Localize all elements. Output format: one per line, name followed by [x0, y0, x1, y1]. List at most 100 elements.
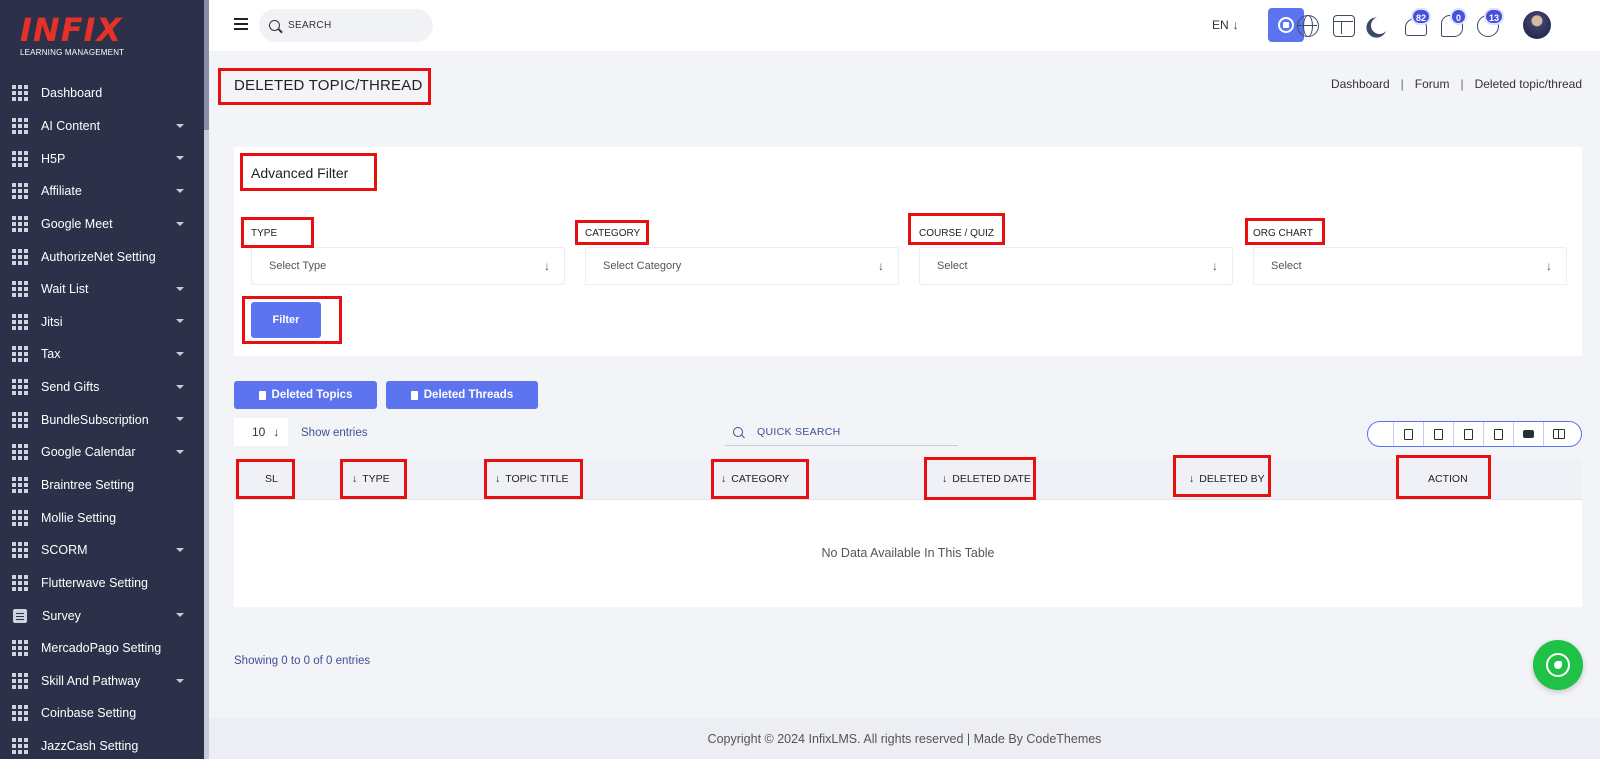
- quick-search-input[interactable]: QUICK SEARCH: [725, 418, 958, 446]
- sidebar-item-scorm[interactable]: SCORM: [0, 534, 204, 567]
- entries-select[interactable]: 10 ↓: [234, 418, 288, 446]
- sidebar-item-label: BundleSubscription: [41, 412, 149, 427]
- breadcrumb-separator: |: [1400, 77, 1404, 91]
- sidebar-item-coinbase[interactable]: Coinbase Setting: [0, 697, 204, 730]
- arrow-down-icon: ↓: [878, 259, 884, 273]
- sidebar-item-google-meet[interactable]: Google Meet: [0, 208, 204, 241]
- sidebar-item-tax[interactable]: Tax: [0, 338, 204, 371]
- sidebar-item-ai-content[interactable]: AI Content: [0, 110, 204, 143]
- column-label: DELETED DATE: [952, 473, 1031, 485]
- category-select[interactable]: Select Category ↓: [585, 247, 899, 285]
- column-label: TOPIC TITLE: [505, 473, 569, 485]
- sidebar-item-label: Survey: [42, 608, 81, 623]
- sidebar-item-label: Coinbase Setting: [41, 706, 137, 721]
- column-sl[interactable]: SL: [265, 473, 278, 485]
- course-quiz-label: COURSE / QUIZ: [919, 228, 995, 239]
- columns-icon: [1552, 429, 1565, 439]
- sidebar-menu: Dashboard AI Content H5P Affiliate Googl…: [0, 77, 204, 759]
- menu-toggle-icon[interactable]: [234, 18, 248, 30]
- sidebar-item-jazzcash[interactable]: JazzCash Setting: [0, 730, 204, 759]
- entries-value: 10: [252, 425, 266, 439]
- caret-down-icon: [176, 188, 184, 193]
- sidebar-item-survey[interactable]: Survey: [0, 599, 204, 632]
- sidebar-scrollbar[interactable]: [204, 0, 209, 759]
- sidebar-item-label: Jitsi: [41, 314, 63, 329]
- csv-button[interactable]: [1453, 422, 1483, 446]
- sort-icon: ↓: [495, 473, 501, 485]
- search-icon: [733, 426, 743, 437]
- grid-icon: [12, 542, 28, 559]
- grid-icon: [12, 150, 28, 167]
- sidebar-item-jitsi[interactable]: Jitsi: [0, 305, 204, 338]
- column-type[interactable]: ↓ TYPE: [352, 473, 390, 485]
- sidebar-item-mercadopago[interactable]: MercadoPago Setting: [0, 632, 204, 665]
- avatar[interactable]: [1523, 11, 1551, 39]
- advanced-filter-card: Advanced Filter TYPE Select Type ↓ CATEGO…: [234, 147, 1582, 356]
- sidebar-item-flutterwave[interactable]: Flutterwave Setting: [0, 567, 204, 600]
- sort-icon: ↓: [721, 473, 727, 485]
- grid-icon: [12, 640, 28, 657]
- print-button[interactable]: [1513, 422, 1543, 446]
- copy-icon: [1404, 428, 1413, 440]
- top-bar: SEARCH EN ↓ 82 0 13: [209, 0, 1600, 51]
- sort-icon: ↓: [352, 473, 358, 485]
- org-chart-select-value: Select: [1271, 260, 1302, 272]
- sidebar-item-h5p[interactable]: H5P: [0, 142, 204, 175]
- sidebar-item-label: H5P: [41, 151, 66, 166]
- caret-down-icon: [176, 123, 184, 128]
- empty-table-message: No Data Available In This Table: [821, 546, 995, 560]
- column-category[interactable]: ↓ CATEGORY: [721, 473, 789, 485]
- caret-down-icon: [176, 221, 184, 226]
- sidebar-item-braintree[interactable]: Braintree Setting: [0, 469, 204, 502]
- column-deleted-date[interactable]: ↓ DELETED DATE: [942, 473, 1031, 485]
- sidebar-item-mollie[interactable]: Mollie Setting: [0, 501, 204, 534]
- sidebar-item-google-calendar[interactable]: Google Calendar: [0, 436, 204, 469]
- sidebar-item-label: Mollie Setting: [41, 510, 117, 525]
- sidebar-item-skill-pathway[interactable]: Skill And Pathway: [0, 665, 204, 698]
- course-quiz-select[interactable]: Select ↓: [919, 247, 1233, 285]
- sidebar-item-authorizenet[interactable]: AuthorizeNet Setting: [0, 240, 204, 273]
- column-deleted-by[interactable]: ↓ DELETED BY: [1189, 473, 1265, 485]
- search-input[interactable]: SEARCH: [259, 9, 433, 42]
- excel-button[interactable]: [1423, 422, 1453, 446]
- breadcrumb-forum[interactable]: Forum: [1415, 77, 1450, 91]
- sidebar-item-label: SCORM: [41, 543, 88, 558]
- type-label: TYPE: [251, 228, 278, 239]
- sort-icon: ↓: [1189, 473, 1195, 485]
- sidebar-item-bundle-subscription[interactable]: BundleSubscription: [0, 403, 204, 436]
- grid-icon: [12, 248, 28, 265]
- grid-icon: [12, 215, 28, 232]
- deleted-threads-tab[interactable]: Deleted Threads: [386, 381, 538, 409]
- globe-icon[interactable]: [1297, 15, 1319, 37]
- deleted-topics-tab[interactable]: Deleted Topics: [234, 381, 377, 409]
- column-topic-title[interactable]: ↓ TOPIC TITLE: [495, 473, 568, 485]
- language-selector[interactable]: EN ↓: [1212, 18, 1239, 32]
- copy-button[interactable]: [1393, 422, 1423, 446]
- layout-icon[interactable]: [1333, 15, 1355, 37]
- grid-icon: [12, 183, 28, 200]
- column-label: TYPE: [362, 473, 390, 485]
- type-select[interactable]: Select Type ↓: [251, 247, 565, 285]
- grid-icon: [12, 346, 28, 363]
- sidebar-item-affiliate[interactable]: Affiliate: [0, 175, 204, 208]
- column-visibility-button[interactable]: [1543, 422, 1573, 446]
- caret-down-icon: [176, 384, 184, 389]
- sidebar-item-send-gifts[interactable]: Send Gifts: [0, 371, 204, 404]
- footer-copyright: Copyright © 2024 InfixLMS. All rights re…: [707, 731, 1102, 746]
- table-header: SL ↓ TYPE ↓ TOPIC TITLE ↓ CATEGORY ↓ DELETED…: [234, 458, 1582, 500]
- sidebar: INFIX LEARNING MANAGEMENT Dashboard AI C…: [0, 0, 209, 759]
- sidebar-item-dashboard[interactable]: Dashboard: [0, 77, 204, 110]
- org-chart-select[interactable]: Select ↓: [1253, 247, 1567, 285]
- whatsapp-button[interactable]: [1533, 640, 1583, 690]
- grid-icon: [12, 281, 28, 298]
- grid-icon: [12, 379, 28, 396]
- filter-button[interactable]: Filter: [251, 302, 321, 338]
- sidebar-item-label: Wait List: [41, 282, 89, 297]
- pdf-button[interactable]: [1483, 422, 1513, 446]
- sidebar-item-label: Dashboard: [41, 86, 103, 101]
- logo-word: INFIX: [20, 11, 123, 49]
- dark-mode-icon[interactable]: [1369, 15, 1391, 37]
- sidebar-item-wait-list[interactable]: Wait List: [0, 273, 204, 306]
- infix-logo[interactable]: INFIX LEARNING MANAGEMENT: [20, 14, 130, 60]
- breadcrumb-dashboard[interactable]: Dashboard: [1331, 77, 1390, 91]
